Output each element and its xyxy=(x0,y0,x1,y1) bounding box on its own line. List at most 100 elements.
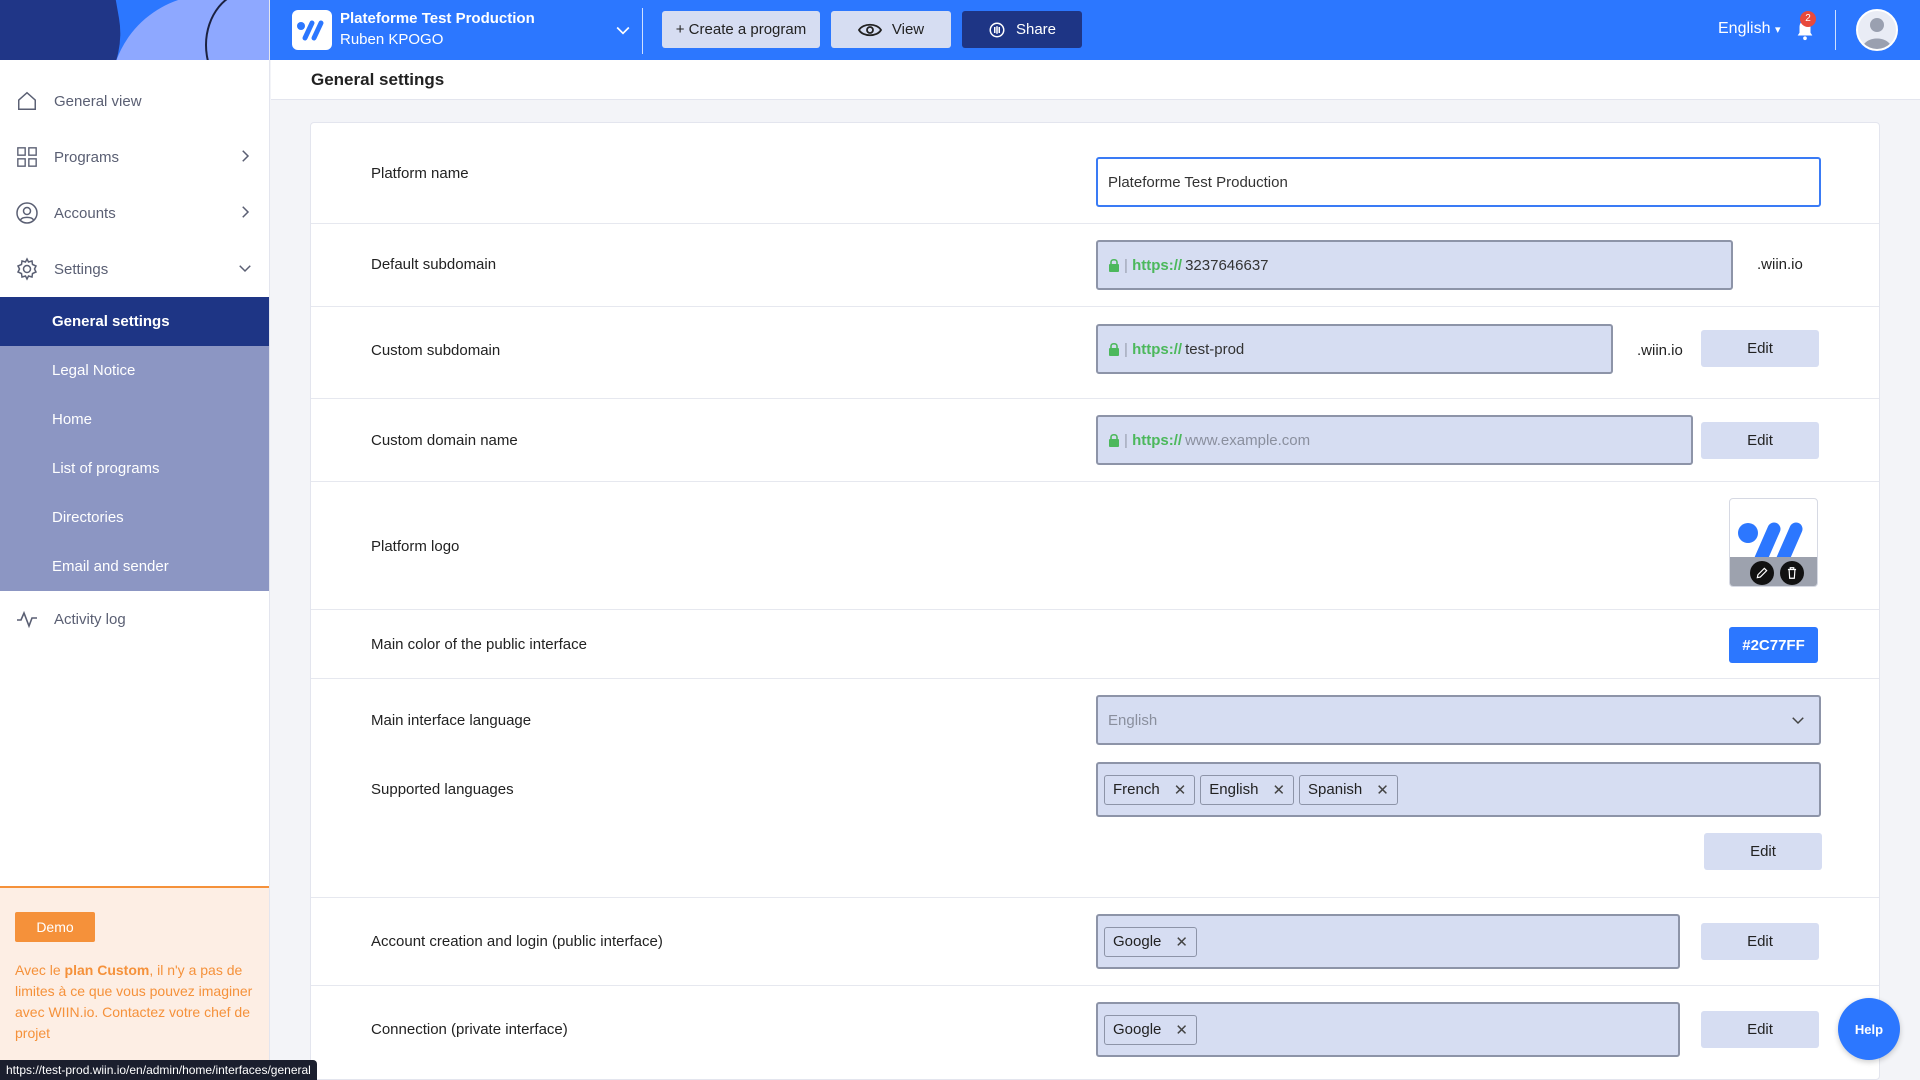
app-logo xyxy=(292,10,332,50)
default-subdomain-value: 3237646637 xyxy=(1185,256,1269,274)
help-button[interactable]: Help xyxy=(1838,998,1900,1060)
user-circle-icon xyxy=(14,200,40,226)
domain-suffix: .wiin.io xyxy=(1757,256,1803,273)
connection-input[interactable]: Google ✕ xyxy=(1096,1002,1680,1057)
platform-name-label: Platform name xyxy=(371,165,469,182)
main-language-select[interactable]: English xyxy=(1096,695,1821,745)
divider xyxy=(642,8,643,54)
custom-subdomain-value: test-prod xyxy=(1185,340,1245,358)
custom-subdomain-label: Custom subdomain xyxy=(371,342,501,359)
sidebar-item-label: Activity log xyxy=(54,610,126,628)
top-bar: Plateforme Test Production Ruben KPOGO +… xyxy=(270,0,1920,60)
login-provider-tag: Google ✕ xyxy=(1104,1014,1197,1045)
sidebar-item-general-view[interactable]: General view xyxy=(0,73,269,129)
default-subdomain-field: | https:// 3237646637 xyxy=(1096,240,1733,290)
language-tag: English ✕ xyxy=(1200,774,1295,805)
sidebar-item-settings[interactable]: Settings xyxy=(0,241,269,297)
view-button[interactable]: View xyxy=(831,11,951,48)
delete-logo-icon[interactable] xyxy=(1780,561,1804,585)
custom-subdomain-field[interactable]: | https:// test-prod xyxy=(1096,324,1613,374)
page-title: General settings xyxy=(311,70,445,89)
chevron-right-icon xyxy=(242,206,250,218)
remove-tag-icon[interactable]: ✕ xyxy=(1175,933,1188,951)
remove-tag-icon[interactable]: ✕ xyxy=(1175,1021,1188,1039)
edit-languages-button[interactable]: Edit xyxy=(1704,833,1822,870)
row-default-subdomain: Default subdomain | https:// 3237646637 … xyxy=(311,224,1879,307)
supported-languages-input[interactable]: French ✕ English ✕ Spanish ✕ xyxy=(1096,762,1821,817)
account-creation-label: Account creation and login (public inter… xyxy=(371,933,663,950)
row-platform-logo: Platform logo xyxy=(311,482,1879,610)
account-creation-input[interactable]: Google ✕ xyxy=(1096,914,1680,969)
connection-label: Connection (private interface) xyxy=(371,1021,568,1038)
create-program-button[interactable]: + Create a program xyxy=(662,11,820,48)
plan-promo-text: Avec le plan Custom, il n'y a pas de lim… xyxy=(15,962,253,1041)
sidebar-item-programs[interactable]: Programs xyxy=(0,129,269,185)
sidebar-subitem-legal-notice[interactable]: Legal Notice xyxy=(0,346,269,395)
sidebar-brand-banner xyxy=(0,0,269,60)
row-custom-domain: Custom domain name | https:// www.exampl… xyxy=(311,399,1879,482)
supported-languages-label: Supported languages xyxy=(371,781,514,798)
activity-icon xyxy=(14,606,40,632)
org-name: Plateforme Test Production xyxy=(340,10,535,27)
chevron-down-icon xyxy=(239,265,251,273)
divider xyxy=(1835,10,1836,50)
row-account-creation: Account creation and login (public inter… xyxy=(311,898,1879,986)
platform-logo-label: Platform logo xyxy=(371,538,460,555)
platform-name-input[interactable] xyxy=(1096,157,1821,207)
edit-custom-subdomain-button[interactable]: Edit xyxy=(1701,330,1819,367)
share-button[interactable]: Share xyxy=(962,11,1082,48)
remove-tag-icon[interactable]: ✕ xyxy=(1376,781,1389,799)
caret-down-icon: ▾ xyxy=(1774,24,1781,36)
sidebar-item-label: Settings xyxy=(54,260,109,278)
lock-icon xyxy=(1109,433,1119,447)
main-language-label: Main interface language xyxy=(371,712,532,729)
custom-domain-label: Custom domain name xyxy=(371,432,518,449)
custom-domain-field[interactable]: | https:// www.example.com xyxy=(1096,415,1693,465)
sidebar: General view Programs Accounts Settings … xyxy=(0,0,270,1080)
sidebar-item-label: General view xyxy=(54,92,142,110)
platform-logo-thumbnail xyxy=(1729,498,1818,587)
sidebar-subitem-directories[interactable]: Directories xyxy=(0,493,269,542)
settings-submenu: General settings Legal Notice Home List … xyxy=(0,297,269,591)
status-bar-url: https://test-prod.wiin.io/en/admin/home/… xyxy=(0,1060,317,1080)
sidebar-subitem-email-and-sender[interactable]: Email and sender xyxy=(0,542,269,591)
user-name: Ruben KPOGO xyxy=(340,31,444,48)
demo-button[interactable]: Demo xyxy=(15,912,95,942)
row-main-color: Main color of the public interface #2C77… xyxy=(311,610,1879,679)
language-tag: Spanish ✕ xyxy=(1299,774,1398,805)
sidebar-subitem-list-of-programs[interactable]: List of programs xyxy=(0,444,269,493)
sidebar-subitem-home[interactable]: Home xyxy=(0,395,269,444)
row-languages: Main interface language English Supporte… xyxy=(311,679,1879,898)
row-platform-name: Platform name xyxy=(311,123,1879,224)
language-selector[interactable]: English ▾ xyxy=(1718,20,1780,38)
org-switcher-chevron-icon[interactable] xyxy=(613,20,633,40)
language-tag: French ✕ xyxy=(1104,774,1196,805)
plan-promo: Demo Avec le plan Custom, il n'y a pas d… xyxy=(0,886,269,1080)
remove-tag-icon[interactable]: ✕ xyxy=(1174,781,1187,799)
login-provider-tag: Google ✕ xyxy=(1104,926,1197,957)
page-header: General settings xyxy=(271,60,1920,100)
lock-icon xyxy=(1109,342,1119,356)
lock-icon xyxy=(1109,258,1119,272)
edit-account-creation-button[interactable]: Edit xyxy=(1701,923,1819,960)
sidebar-item-label: Accounts xyxy=(54,204,116,222)
avatar[interactable] xyxy=(1856,9,1898,51)
sidebar-item-activity-log[interactable]: Activity log xyxy=(0,591,269,647)
edit-logo-icon[interactable] xyxy=(1750,561,1774,585)
edit-custom-domain-button[interactable]: Edit xyxy=(1701,422,1819,459)
chevron-right-icon xyxy=(242,150,250,162)
settings-card: Platform name Default subdomain | https:… xyxy=(310,122,1880,1080)
sidebar-item-accounts[interactable]: Accounts xyxy=(0,185,269,241)
eye-icon xyxy=(857,23,882,36)
main-color-swatch[interactable]: #2C77FF xyxy=(1729,627,1818,663)
edit-connection-button[interactable]: Edit xyxy=(1701,1011,1819,1048)
custom-domain-placeholder: www.example.com xyxy=(1185,431,1311,449)
notification-badge: 2 xyxy=(1800,11,1816,27)
share-icon xyxy=(989,22,1005,37)
remove-tag-icon[interactable]: ✕ xyxy=(1272,781,1285,799)
row-custom-subdomain: Custom subdomain | https:// test-prod .w… xyxy=(311,307,1879,399)
sidebar-subitem-general-settings[interactable]: General settings xyxy=(0,297,269,346)
sidebar-nav: General view Programs Accounts Settings … xyxy=(0,73,269,647)
default-subdomain-label: Default subdomain xyxy=(371,256,497,273)
row-connection: Connection (private interface) Google ✕ E… xyxy=(311,986,1879,1080)
